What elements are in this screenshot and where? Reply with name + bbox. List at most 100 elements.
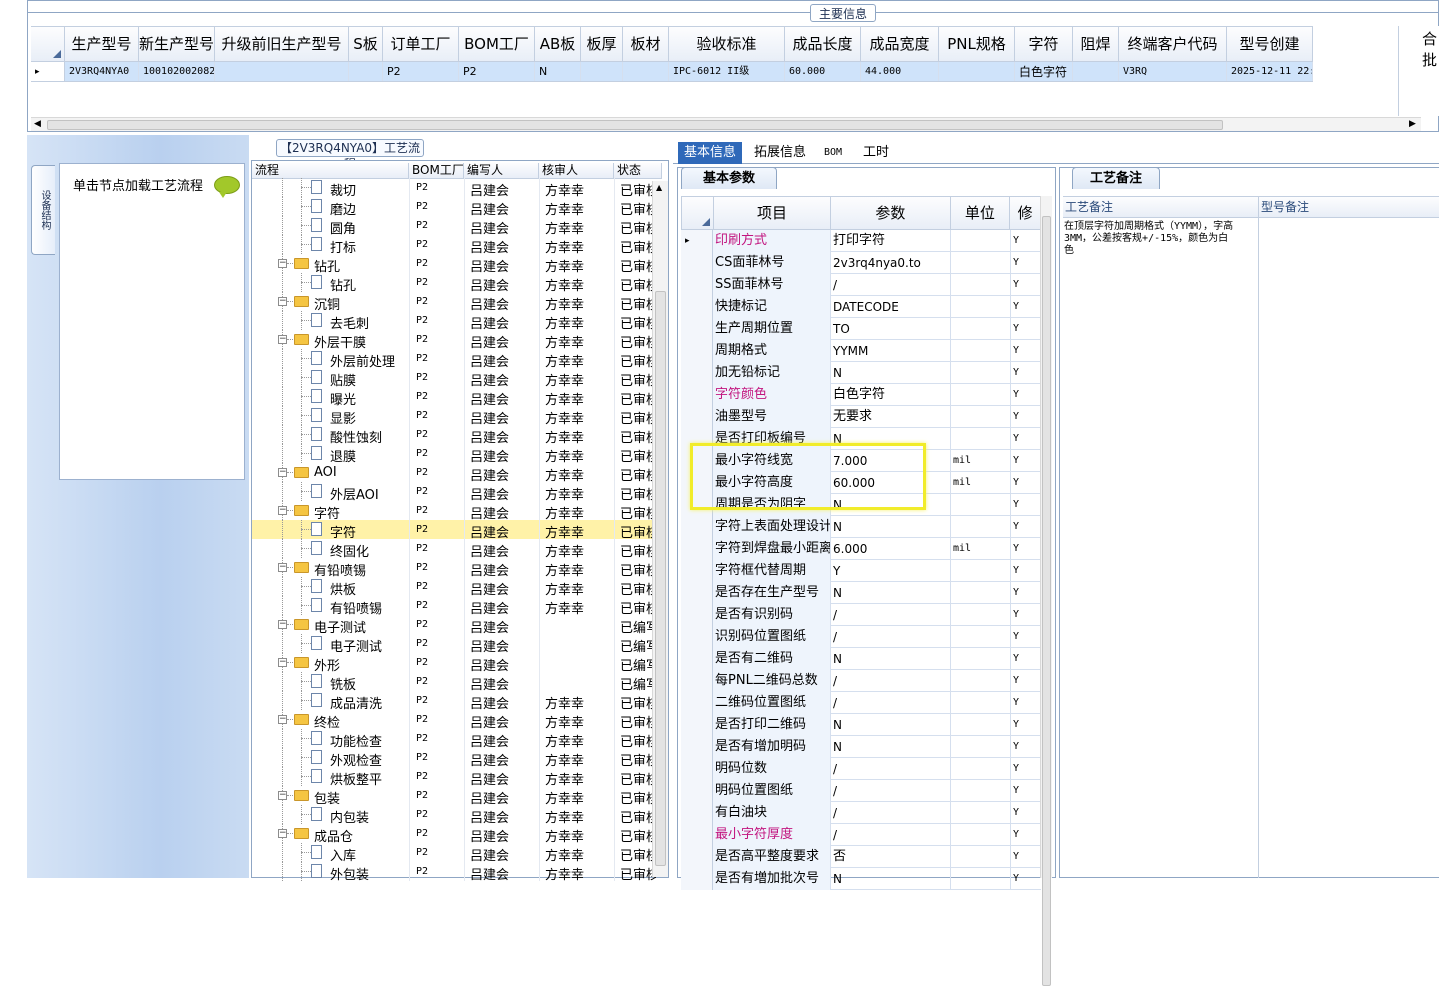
main-cell[interactable] (623, 62, 669, 81)
process-col-header[interactable]: 核审人 (539, 163, 614, 178)
main-col-header[interactable]: PNL规格 (939, 27, 1015, 61)
sidebar-tab[interactable]: 设备结构 (31, 165, 55, 255)
process-row[interactable]: 打标 P2 吕建会 方幸幸 已审核 (252, 235, 662, 256)
param-value[interactable]: YYMM (831, 340, 951, 362)
main-cell[interactable] (581, 62, 623, 81)
param-row[interactable]: 明码位数 / Y (681, 758, 1041, 780)
collapse-toggle-icon[interactable]: − (278, 297, 287, 306)
basic-params-title[interactable]: 基本参数 (681, 167, 777, 189)
vscroll-thumb[interactable] (655, 291, 666, 866)
load-hint-box[interactable] (59, 163, 245, 480)
param-row[interactable]: 有白油块 / Y (681, 802, 1041, 824)
process-row[interactable]: − 沉铜 P2 吕建会 方幸幸 已审核 (252, 292, 662, 313)
process-row[interactable]: − 字符 P2 吕建会 方幸幸 已审核 (252, 501, 662, 522)
scroll-right-icon[interactable]: ▶ (1409, 119, 1416, 129)
param-row[interactable]: CS面菲林号 2v3rq4nya0.to Y (681, 252, 1041, 274)
main-col-header[interactable]: 生产型号 (65, 27, 139, 61)
main-col-header[interactable]: AB板 (535, 27, 581, 61)
process-row[interactable]: 成品清洗 P2 吕建会 方幸幸 已审核 (252, 691, 662, 712)
param-value[interactable]: N (831, 582, 951, 604)
param-row[interactable]: 二维码位置图纸 / Y (681, 692, 1041, 714)
main-col-header[interactable]: 新生产型号 (139, 27, 215, 61)
param-value[interactable]: N (831, 516, 951, 538)
param-value[interactable]: 白色字符 (831, 384, 951, 406)
param-value[interactable]: / (831, 758, 951, 780)
process-row[interactable]: − 终检 P2 吕建会 方幸幸 已审核 (252, 710, 662, 731)
collapse-toggle-icon[interactable]: − (278, 715, 287, 724)
process-row[interactable]: − AOI P2 吕建会 方幸幸 已审核 (252, 463, 662, 484)
param-value[interactable]: DATECODE (831, 296, 951, 318)
param-row[interactable]: ▸ 印刷方式 打印字符 Y (681, 230, 1041, 252)
param-row[interactable]: 油墨型号 无要求 Y (681, 406, 1041, 428)
param-value[interactable]: 2v3rq4nya0.to (831, 252, 951, 274)
collapse-toggle-icon[interactable]: − (278, 658, 287, 667)
main-col-header[interactable]: S板 (349, 27, 383, 61)
param-value[interactable]: / (831, 604, 951, 626)
process-remark-text[interactable]: 在顶层字符加周期格式（YYMM），字高3MM，公差按客规+/-15%，颜色为白色 (1064, 221, 1234, 257)
collapse-toggle-icon[interactable]: − (278, 563, 287, 572)
param-row[interactable]: 是否存在生产型号 N Y (681, 582, 1041, 604)
main-col-header[interactable]: 成品宽度 (861, 27, 939, 61)
process-row[interactable]: 内包装 P2 吕建会 方幸幸 已审核 (252, 805, 662, 826)
collapse-toggle-icon[interactable]: − (278, 259, 287, 268)
process-col-header[interactable]: BOM工厂 (409, 163, 464, 178)
main-cell[interactable]: 白色字符 (1015, 62, 1073, 81)
process-col-header[interactable]: 编写人 (464, 163, 539, 178)
main-cell[interactable]: 2025-12-11 22:51:51 (1227, 62, 1313, 81)
param-value[interactable]: Y (831, 560, 951, 582)
param-value[interactable]: 打印字符 (831, 230, 951, 252)
main-cell[interactable]: 10010200208214 (139, 62, 215, 81)
main-col-header[interactable]: 板厚 (581, 27, 623, 61)
param-row[interactable]: 快捷标记 DATECODE Y (681, 296, 1041, 318)
process-vscrollbar[interactable]: ▲ (652, 181, 668, 877)
param-row[interactable]: 字符到焊盘最小距离 6.000 mil Y (681, 538, 1041, 560)
process-row[interactable]: 电子测试 P2 吕建会 已编写 (252, 634, 662, 655)
param-value[interactable]: / (831, 626, 951, 648)
main-cell[interactable]: 60.000 (785, 62, 861, 81)
main-cell[interactable] (939, 62, 1015, 81)
params-vscrollbar[interactable] (1040, 196, 1052, 986)
process-row[interactable]: 铣板 P2 吕建会 已编写 (252, 672, 662, 693)
param-value[interactable]: 6.000 (831, 538, 951, 560)
vscroll-thumb[interactable] (1042, 216, 1051, 986)
param-value[interactable]: / (831, 802, 951, 824)
col-modify[interactable]: 修 (1010, 197, 1040, 229)
collapse-toggle-icon[interactable]: − (278, 829, 287, 838)
param-value[interactable]: N (831, 648, 951, 670)
main-col-header[interactable]: 升级前旧生产型号 (215, 27, 349, 61)
param-value[interactable]: N (831, 868, 951, 890)
param-row[interactable]: 每PNL二维码总数 / Y (681, 670, 1041, 692)
param-value[interactable]: N (831, 736, 951, 758)
param-value[interactable]: 否 (831, 846, 951, 868)
tab-extended-info[interactable]: 拓展信息 (748, 142, 812, 164)
process-row[interactable]: 外层前处理 P2 吕建会 方幸幸 已审核 (252, 349, 662, 370)
param-row[interactable]: 字符上表面处理设计 N Y (681, 516, 1041, 538)
param-value[interactable]: / (831, 692, 951, 714)
param-value[interactable]: TO (831, 318, 951, 340)
main-cell[interactable] (215, 62, 349, 81)
param-row[interactable]: 是否有増加批次号 N Y (681, 868, 1041, 890)
scroll-left-icon[interactable]: ◀ (34, 119, 41, 129)
param-value[interactable]: / (831, 780, 951, 802)
collapse-toggle-icon[interactable]: − (278, 791, 287, 800)
main-cell[interactable]: 2V3RQ4NYA0 (65, 62, 139, 81)
main-grid-row[interactable]: ▸ 2V3RQ4NYA010010200208214P2P2NIPC-6012 … (31, 62, 1313, 82)
remarks-title[interactable]: 工艺备注 (1072, 167, 1160, 189)
param-row[interactable]: 是否有增加明码 N Y (681, 736, 1041, 758)
col-value[interactable]: 参数 (831, 197, 951, 229)
main-col-header[interactable]: 阻焊 (1073, 27, 1119, 61)
main-cell[interactable]: V3RQ (1119, 62, 1227, 81)
param-value[interactable]: / (831, 274, 951, 296)
param-row[interactable]: 是否打印二维码 N Y (681, 714, 1041, 736)
main-cell[interactable]: P2 (383, 62, 459, 81)
process-col-header[interactable]: 状态 (614, 163, 662, 178)
main-cell[interactable]: P2 (459, 62, 535, 81)
process-row[interactable]: 入库 P2 吕建会 方幸幸 已审核 (252, 843, 662, 864)
process-row[interactable]: 酸性蚀刻 P2 吕建会 方幸幸 已审核 (252, 425, 662, 446)
param-row[interactable]: 生产周期位置 TO Y (681, 318, 1041, 340)
process-row[interactable]: 外观检查 P2 吕建会 方幸幸 已审核 (252, 748, 662, 769)
process-row[interactable]: 显影 P2 吕建会 方幸幸 已审核 (252, 406, 662, 427)
collapse-toggle-icon[interactable]: − (278, 620, 287, 629)
process-row[interactable]: − 包装 P2 吕建会 方幸幸 已审核 (252, 786, 662, 807)
param-value[interactable]: N (831, 714, 951, 736)
